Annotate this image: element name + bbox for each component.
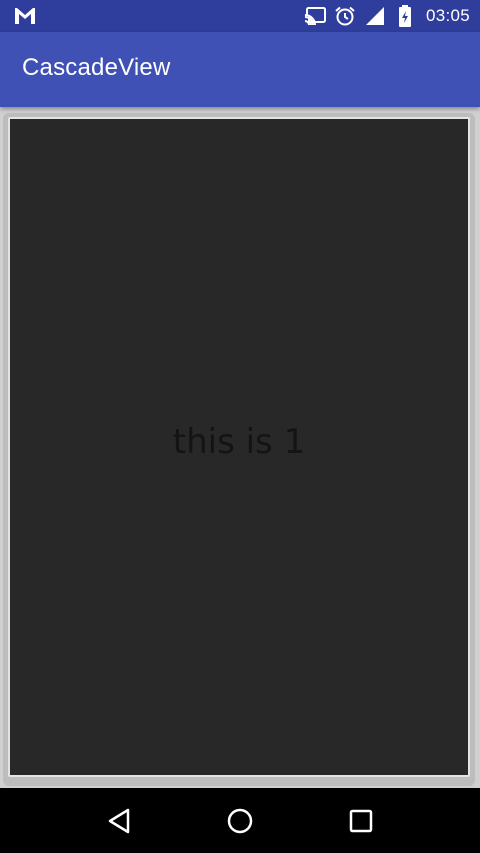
cascade-card[interactable]: this is 1 xyxy=(8,117,470,777)
cast-icon xyxy=(303,5,326,27)
navigation-bar xyxy=(0,788,480,853)
card-text: this is 1 xyxy=(172,422,306,462)
content-area: this is 1 xyxy=(0,107,480,788)
screen: 03:05 CascadeView this is 1 xyxy=(0,0,480,853)
signal-icon xyxy=(364,5,386,27)
app-bar: CascadeView xyxy=(0,32,480,107)
gmail-icon xyxy=(14,6,36,26)
status-time: 03:05 xyxy=(425,6,470,25)
recents-icon[interactable] xyxy=(337,797,385,845)
alarm-icon xyxy=(334,5,356,27)
status-icons: 03:05 xyxy=(303,0,470,32)
status-bar: 03:05 xyxy=(0,0,480,32)
home-icon[interactable] xyxy=(216,797,264,845)
back-icon[interactable] xyxy=(95,797,143,845)
app-title: CascadeView xyxy=(22,54,171,81)
battery-icon xyxy=(394,5,416,27)
